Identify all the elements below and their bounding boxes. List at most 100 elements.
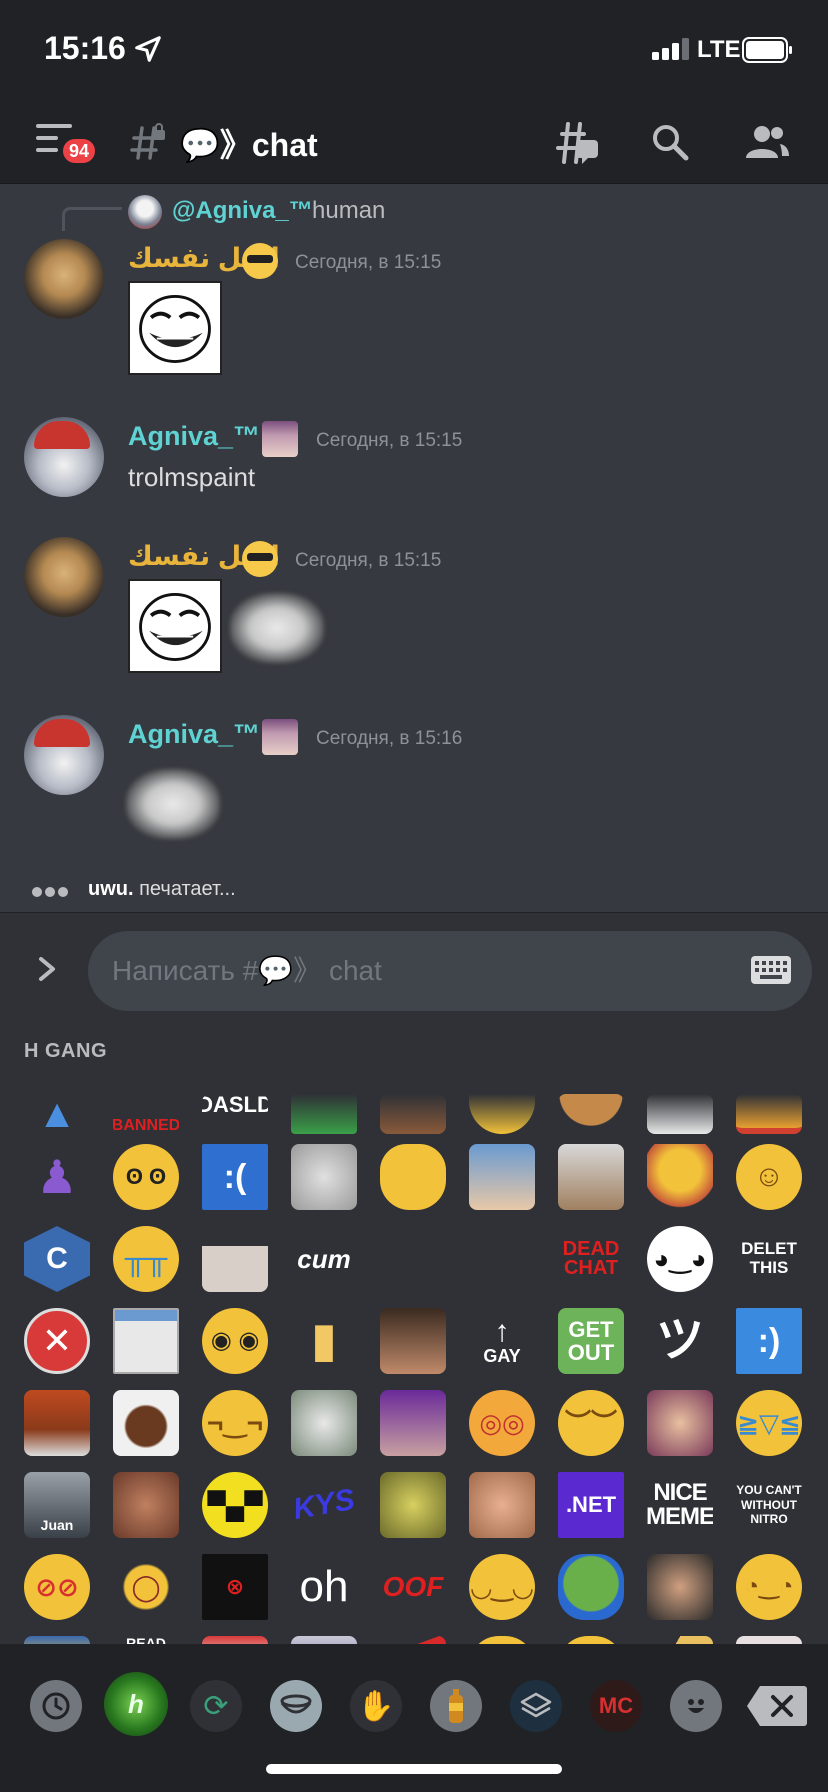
- blurry-trollface-emoji[interactable]: [126, 769, 220, 839]
- emoji-laughing-man[interactable]: [113, 1472, 179, 1538]
- emoji-screaming[interactable]: [380, 1472, 446, 1538]
- emoji-kys[interactable]: KYS: [286, 1467, 362, 1543]
- recent-clock-icon[interactable]: [30, 1680, 82, 1732]
- emoji-explosion[interactable]: [202, 1636, 268, 1644]
- blurry-trollface-emoji[interactable]: [230, 593, 324, 663]
- emoji-chef[interactable]: [113, 1390, 179, 1456]
- threads-icon[interactable]: [554, 122, 600, 166]
- emoji-red-shape[interactable]: [380, 1636, 446, 1644]
- emoji-get-out[interactable]: GET OUT: [558, 1308, 624, 1374]
- emoji-juan[interactable]: Juan: [24, 1472, 90, 1538]
- emoji-banned[interactable]: BANNED: [113, 1094, 179, 1134]
- emoji-smile-bsod[interactable]: :): [736, 1308, 802, 1374]
- keyboard-icon[interactable]: [750, 955, 792, 985]
- username[interactable]: Agniva_™: [128, 719, 260, 750]
- emoji-hand[interactable]: [647, 1094, 713, 1134]
- emoji-skid[interactable]: SKID: [736, 1636, 802, 1644]
- emoji-red-hair[interactable]: [24, 1390, 90, 1456]
- emoji-window[interactable]: [113, 1308, 179, 1374]
- layers-icon[interactable]: [510, 1680, 562, 1732]
- emoji-dead-chat[interactable]: DEAD CHAT: [558, 1226, 624, 1292]
- emoji-screaming-yellow[interactable]: ◯: [113, 1554, 179, 1620]
- emoji-crying-cat[interactable]: [291, 1144, 357, 1210]
- emoji-dasld[interactable]: DASLD: [202, 1094, 268, 1134]
- emoji-cool[interactable]: ▀▄▀: [202, 1472, 268, 1538]
- avatar[interactable]: [24, 417, 104, 497]
- emoji-yellow-face-a[interactable]: [469, 1636, 535, 1644]
- smiley-icon[interactable]: [670, 1680, 722, 1732]
- spinning-icon[interactable]: ⟳: [190, 1680, 242, 1732]
- message-list[interactable]: @Agniva_™ human اقتل نفسك Сегодня, в 15:…: [0, 185, 828, 865]
- emoji-me-gusta[interactable]: ◕‿◕: [647, 1226, 713, 1292]
- emoji-smug[interactable]: ◡‿◡: [469, 1554, 535, 1620]
- avatar[interactable]: [24, 537, 104, 617]
- emoji-read-the[interactable]: READ THE: [113, 1636, 179, 1644]
- emoji-thinking-meat[interactable]: [647, 1144, 713, 1210]
- message-text[interactable]: trolmspaint: [128, 462, 255, 493]
- emoji-face-crop[interactable]: [380, 1094, 446, 1134]
- emoji-cpp[interactable]: C: [24, 1226, 90, 1292]
- members-icon[interactable]: [744, 124, 790, 160]
- emoji-staring-man[interactable]: [380, 1308, 446, 1374]
- emoji-kid-face[interactable]: [469, 1472, 535, 1538]
- reply-username[interactable]: @Agniva_™: [172, 197, 313, 225]
- emoji-yellow-shape[interactable]: [647, 1636, 713, 1644]
- trollface-image[interactable]: [128, 281, 222, 375]
- bottle-icon[interactable]: [430, 1680, 482, 1732]
- avatar[interactable]: [24, 239, 104, 319]
- bowl-icon[interactable]: [270, 1680, 322, 1732]
- emoji-rofl[interactable]: ≧▽≦: [736, 1390, 802, 1456]
- emoji-arrow[interactable]: ▲: [24, 1094, 90, 1134]
- emoji-kid[interactable]: [469, 1144, 535, 1210]
- message-input[interactable]: [112, 945, 712, 997]
- emoji-error[interactable]: ✕: [24, 1308, 90, 1374]
- emoji-cat-thumbs[interactable]: [202, 1226, 268, 1292]
- emoji-oh[interactable]: oh: [291, 1554, 357, 1620]
- emoji-smirk-thinking[interactable]: ¬‿¬: [202, 1390, 268, 1456]
- emoji-flushed[interactable]: ◉ ◉: [202, 1308, 268, 1374]
- emoji-cum[interactable]: cum: [291, 1226, 357, 1292]
- emoji-pensive[interactable]: ︶︶: [558, 1390, 624, 1456]
- emoji-tsu[interactable]: ツ: [647, 1308, 713, 1374]
- username[interactable]: Agniva_™: [128, 421, 260, 452]
- emoji-unamused[interactable]: ʘ ʘ: [113, 1144, 179, 1210]
- emoji-nice-meme[interactable]: NICE MEME: [647, 1472, 713, 1538]
- emoji-grin-man[interactable]: [647, 1390, 713, 1456]
- chevron-right-icon[interactable]: [32, 951, 62, 987]
- emoji-surprised-man[interactable]: [647, 1554, 713, 1620]
- emoji-sob[interactable]: ╥╥: [113, 1226, 179, 1292]
- emoji-bonzi[interactable]: ♟: [24, 1144, 90, 1210]
- server-h-icon[interactable]: h: [104, 1672, 168, 1736]
- emoji-cat-stare[interactable]: [291, 1390, 357, 1456]
- emoji-delet-this[interactable]: DELET THIS: [736, 1226, 802, 1292]
- emoji-yellow[interactable]: [469, 1094, 535, 1134]
- emoji-photo[interactable]: [291, 1636, 357, 1644]
- emoji-pepe[interactable]: [558, 1554, 624, 1620]
- emoji-yellow-face-b[interactable]: [558, 1636, 624, 1644]
- reply-preview-text[interactable]: human: [312, 197, 385, 225]
- search-icon[interactable]: [650, 122, 690, 162]
- trollface-image[interactable]: [128, 579, 222, 673]
- emoji-folder[interactable]: ▮: [291, 1308, 357, 1374]
- emoji-oof[interactable]: OOF: [380, 1554, 446, 1620]
- channel-name[interactable]: 💬》chat: [180, 120, 318, 166]
- emoji-green[interactable]: [291, 1094, 357, 1134]
- backspace-icon[interactable]: [746, 1684, 808, 1728]
- emoji-cookie[interactable]: [558, 1094, 624, 1134]
- emoji-no-wifi[interactable]: ⊗: [202, 1554, 268, 1620]
- mc-icon[interactable]: MC: [590, 1680, 642, 1732]
- emoji-glasses-guy[interactable]: [380, 1390, 446, 1456]
- emoji-dotnet[interactable]: .NET: [558, 1472, 624, 1538]
- emoji-up-gay[interactable]: ↑ GAY: [469, 1308, 535, 1374]
- emoji-boy[interactable]: [558, 1144, 624, 1210]
- emoji-pleading-cat[interactable]: [380, 1144, 446, 1210]
- emoji-cursed-laugh[interactable]: ◎◎: [469, 1390, 535, 1456]
- hand-icon[interactable]: ✋: [350, 1680, 402, 1732]
- emoji-no-nitro[interactable]: YOU CAN'T WITHOUT NITRO: [736, 1472, 802, 1538]
- emoji-no-eyes[interactable]: ⊘⊘: [24, 1554, 90, 1620]
- emoji-hat[interactable]: [736, 1094, 802, 1134]
- emoji-sun[interactable]: ☺: [736, 1144, 802, 1210]
- avatar[interactable]: [24, 715, 104, 795]
- emoji-sad-bsod[interactable]: :(: [202, 1144, 268, 1210]
- emoji-python[interactable]: [24, 1636, 90, 1644]
